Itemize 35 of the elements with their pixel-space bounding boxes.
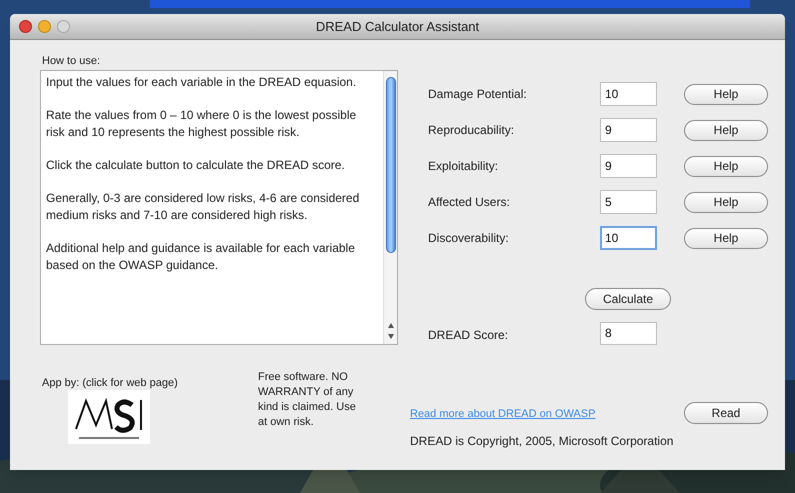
- value-field[interactable]: 9: [600, 118, 657, 142]
- value-field[interactable]: 5: [600, 190, 657, 214]
- value-field[interactable]: 10: [600, 226, 657, 250]
- credits-label[interactable]: App by: (click for web page): [42, 375, 178, 392]
- window-title: DREAD Calculator Assistant: [316, 18, 480, 36]
- instruction-paragraph: Click the calculate button to calculate the DREAD score.: [46, 157, 346, 174]
- variable-label: Exploitability:: [428, 158, 500, 175]
- variable-label: Discoverability:: [428, 230, 510, 247]
- instructions-text-area[interactable]: [40, 70, 398, 345]
- section-label: How to use:: [42, 54, 100, 69]
- calculate-button[interactable]: Calculate: [585, 288, 671, 310]
- disclaimer-text: Free software. NO WARRANTY of any kind is claimed. Use at own risk.: [258, 370, 357, 430]
- variable-label: Affected Users:: [428, 194, 511, 211]
- scroll-down-icon[interactable]: [388, 334, 394, 339]
- score-field[interactable]: 8: [600, 322, 657, 345]
- instruction-paragraph: Input the values for each variable in the DREAD equasion.: [46, 74, 358, 91]
- value-field[interactable]: 10: [600, 82, 657, 106]
- scrollbar[interactable]: [383, 71, 397, 344]
- variable-label: Damage Potential:: [428, 86, 528, 103]
- value-field[interactable]: 9: [600, 154, 657, 178]
- instruction-paragraph: Generally, 0-3 are considered low risks, 4-6 are considered medium risks and 7-10 are considered high risks.: [46, 190, 360, 224]
- variable-label: Reproducability:: [428, 122, 516, 139]
- close-button[interactable]: [19, 20, 32, 33]
- help-button[interactable]: Help: [684, 156, 768, 176]
- instruction-paragraph: Additional help and guidance is available for each variable based on the OWASP guidance.: [46, 240, 356, 274]
- help-button[interactable]: Help: [684, 228, 768, 248]
- score-label: DREAD Score:: [428, 327, 508, 344]
- instruction-paragraph: Rate the values from 0 – 10 where 0 is the lowest possible risk and 10 represents the highest possible risk.: [46, 107, 358, 141]
- help-button[interactable]: Help: [684, 84, 768, 104]
- help-button[interactable]: Help: [684, 192, 768, 212]
- logo[interactable]: [68, 390, 150, 444]
- help-button[interactable]: Help: [684, 120, 768, 140]
- copyright-text: DREAD is Copyright, 2005, Microsoft Corporation: [410, 433, 674, 450]
- read-button[interactable]: Read: [684, 402, 768, 424]
- scroll-up-icon[interactable]: [388, 323, 394, 328]
